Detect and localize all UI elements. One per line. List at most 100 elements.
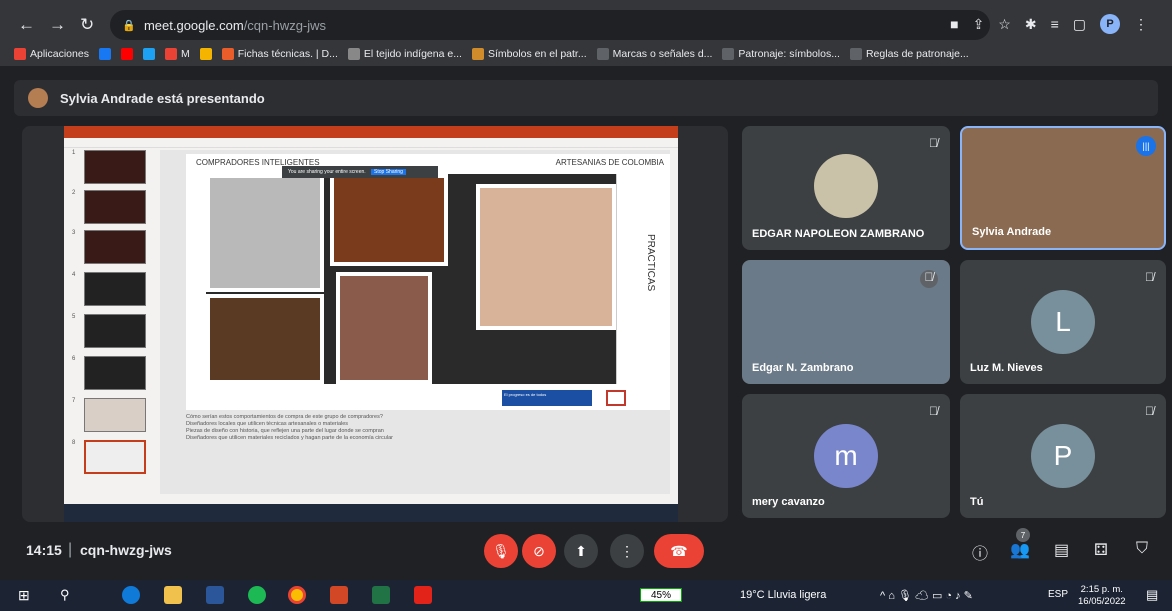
presenter-avatar	[28, 88, 48, 108]
profile-avatar[interactable]: P	[1100, 14, 1120, 34]
slide-thumbnails: 1 2 3 4 5 6 7 8	[68, 150, 148, 494]
bookmark-label: Marcas o señales d...	[612, 48, 713, 60]
bookmark-favicon-icon	[98, 48, 111, 60]
slide-thumbnail[interactable]	[84, 230, 146, 264]
participant-tile[interactable]: 🎙̸ EDGAR NAPOLEON ZAMBRANO	[742, 126, 950, 250]
search-icon[interactable]: ⚲	[60, 587, 70, 603]
edge-icon[interactable]	[122, 586, 140, 604]
windows-start-icon[interactable]: ⊞	[18, 587, 30, 604]
bookmark-favicon-icon	[164, 48, 177, 60]
bookmark-label: Reglas de patronaje...	[865, 48, 969, 60]
ppt-statusbar	[64, 494, 678, 504]
participant-name: Luz M. Nieves	[970, 362, 1043, 374]
bookmark-item[interactable]	[142, 48, 155, 60]
photo-collage	[206, 174, 622, 384]
language-indicator[interactable]: ESP	[1048, 589, 1068, 600]
bookmark-item[interactable]: Patronaje: símbolos...	[722, 48, 840, 60]
mic-toggle-button[interactable]: 🎙	[484, 534, 518, 568]
thumb-number: 7	[72, 398, 76, 404]
host-controls-icon[interactable]: ⛉	[1136, 540, 1148, 558]
clock-date: 16/05/2022	[1078, 596, 1126, 607]
notifications-icon[interactable]: ▤	[1146, 587, 1158, 603]
share-icon[interactable]: ⇪	[973, 16, 985, 33]
stop-sharing-button[interactable]: Stop Sharing	[371, 169, 406, 175]
shared-screen: 1 2 3 4 5 6 7 8 COMPRADORES INTELIGENTES…	[22, 126, 728, 522]
bookmark-item[interactable]: Reglas de patronaje...	[849, 48, 969, 60]
sidepanel-icon[interactable]: ▢	[1073, 16, 1086, 33]
slide-thumbnail[interactable]	[84, 314, 146, 348]
battery-indicator[interactable]: 45%	[640, 588, 682, 602]
spotify-icon[interactable]	[248, 586, 266, 604]
slide-thumbnail[interactable]	[84, 272, 146, 306]
bookmark-favicon-icon	[471, 48, 484, 60]
thumb-number: 6	[72, 356, 76, 362]
participant-tile[interactable]: 🎙̸ Edgar N. Zambrano	[742, 260, 950, 384]
more-options-button[interactable]: ⋮	[610, 534, 644, 568]
back-icon[interactable]: ←	[18, 15, 35, 35]
extensions-icon[interactable]: ✱	[1025, 16, 1037, 33]
thumb-number: 3	[72, 230, 76, 236]
bookmark-item[interactable]: Marcas o señales d...	[596, 48, 713, 60]
remote-taskbar	[64, 504, 678, 522]
browser-chrome: ← → ↻ 🔒 meet.google.com /cqn-hwzg-jws ■ …	[0, 0, 1172, 66]
camera-toggle-button[interactable]: ⊘	[522, 534, 556, 568]
bookmark-item[interactable]: Fichas técnicas. | D...	[221, 48, 338, 60]
people-icon[interactable]: 👥	[1010, 540, 1030, 560]
leave-call-button[interactable]: ☎	[654, 534, 704, 568]
bookmark-favicon-icon	[596, 48, 609, 60]
info-icon[interactable]: ⓘ	[972, 540, 988, 564]
word-icon[interactable]	[206, 586, 224, 604]
reload-icon[interactable]: ↻	[80, 15, 94, 35]
participant-tile[interactable]: 🎙̸ L Luz M. Nieves	[960, 260, 1166, 384]
bookmark-item[interactable]: Aplicaciones	[14, 48, 89, 60]
slide-header-right: ARTESANIAS DE COLOMBIA	[555, 158, 664, 167]
bookmark-item[interactable]: M	[164, 48, 190, 60]
bookmark-item[interactable]: El tejido indígena e...	[347, 48, 462, 60]
bookmark-item[interactable]	[120, 48, 133, 60]
url-bar[interactable]: 🔒 meet.google.com /cqn-hwzg-jws	[110, 10, 991, 40]
slide-thumbnail[interactable]	[84, 150, 146, 184]
bookmark-item[interactable]	[98, 48, 111, 60]
bookmark-item[interactable]	[199, 48, 212, 60]
participant-tile[interactable]: 🎙̸ m mery cavanzo	[742, 394, 950, 518]
chrome-icon[interactable]	[288, 586, 306, 604]
bookmark-favicon-icon	[142, 48, 155, 60]
forward-icon[interactable]: →	[49, 15, 66, 35]
separator: |	[68, 541, 73, 558]
participant-tile-active[interactable]: ||| Sylvia Andrade	[960, 126, 1166, 250]
weather-widget[interactable]: 19°C Lluvia ligera	[740, 589, 826, 601]
mic-off-icon: 🎙̸	[1145, 270, 1154, 284]
slide-thumbnail[interactable]	[84, 190, 146, 224]
participant-name: Tú	[970, 496, 984, 508]
photo-baskets	[330, 174, 448, 266]
camera-off-icon: ⊘	[533, 542, 545, 559]
file-explorer-icon[interactable]	[164, 586, 182, 604]
system-clock[interactable]: 2:15 p. m. 16/05/2022	[1078, 584, 1126, 608]
nav-controls: ← → ↻	[18, 15, 94, 35]
ppt-ribbon	[64, 138, 678, 148]
participant-avatar: m	[814, 424, 878, 488]
media-icon[interactable]: ≡	[1051, 16, 1059, 32]
slide-thumbnail[interactable]	[84, 398, 146, 432]
menu-icon[interactable]: ⋮	[1134, 16, 1148, 33]
star-icon[interactable]: ☆	[998, 16, 1011, 33]
participant-avatar	[814, 154, 878, 218]
present-button[interactable]: ⬆	[564, 534, 598, 568]
lock-icon: 🔒	[122, 19, 136, 32]
participant-avatar: P	[1031, 424, 1095, 488]
powerpoint-icon[interactable]	[330, 586, 348, 604]
chat-icon[interactable]: ▤	[1054, 540, 1069, 560]
system-tray-icons[interactable]: ^ ⌂ 🎙 ☁ ▭ ◔ ♪ ✎	[880, 589, 973, 602]
activities-icon[interactable]: ⚃	[1094, 540, 1108, 560]
bookmark-label: Símbolos en el patr...	[487, 48, 587, 60]
bookmark-item[interactable]: Símbolos en el patr...	[471, 48, 587, 60]
bookmark-favicon-icon	[120, 48, 133, 60]
powerpoint-window: 1 2 3 4 5 6 7 8 COMPRADORES INTELIGENTES…	[64, 126, 678, 522]
participant-tile-self[interactable]: 🎙̸ P Tú	[960, 394, 1166, 518]
slide-thumbnail[interactable]	[84, 356, 146, 390]
excel-icon[interactable]	[372, 586, 390, 604]
acrobat-icon[interactable]	[414, 586, 432, 604]
practicas-label: PRACTICAS	[616, 174, 656, 384]
camera-icon[interactable]: ■	[950, 16, 958, 32]
slide-thumbnail-active[interactable]	[84, 440, 146, 474]
